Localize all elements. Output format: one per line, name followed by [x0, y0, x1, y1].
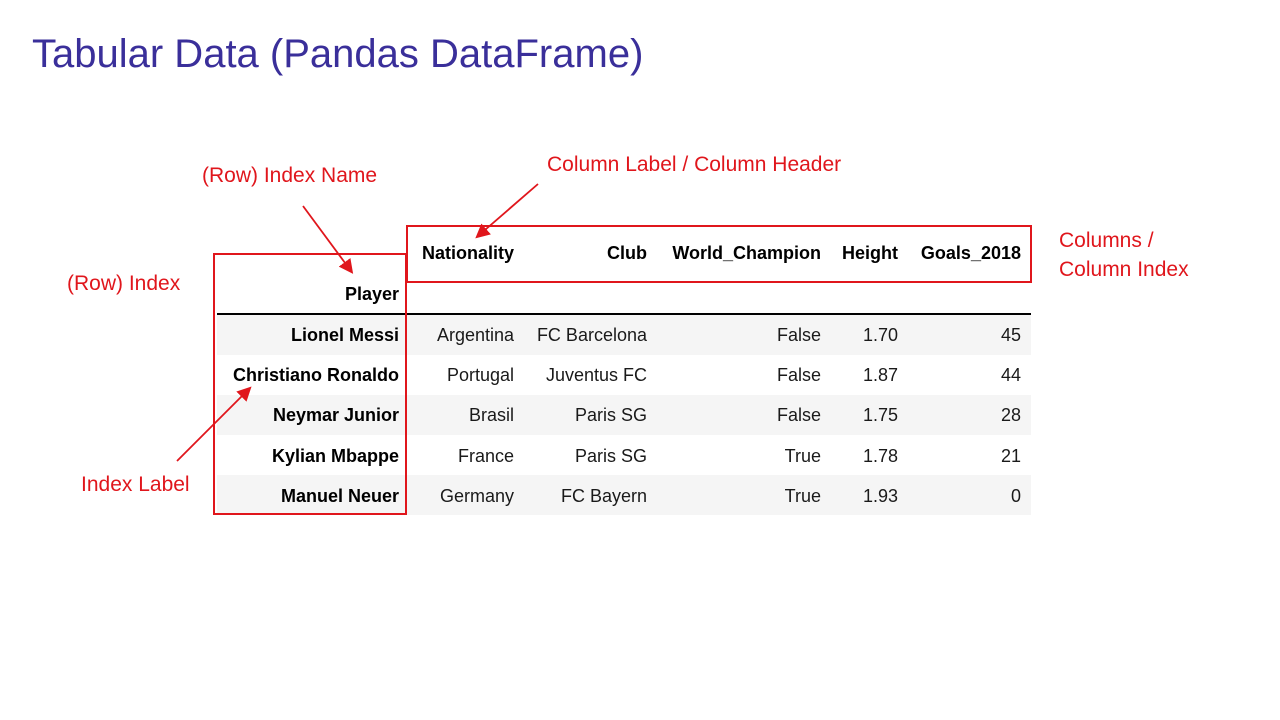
arrow-to-column-label: [475, 183, 539, 239]
annotation-arrows: [176, 183, 539, 462]
arrow-to-index-name: [302, 205, 354, 274]
arrow-to-index-label: [176, 386, 252, 462]
